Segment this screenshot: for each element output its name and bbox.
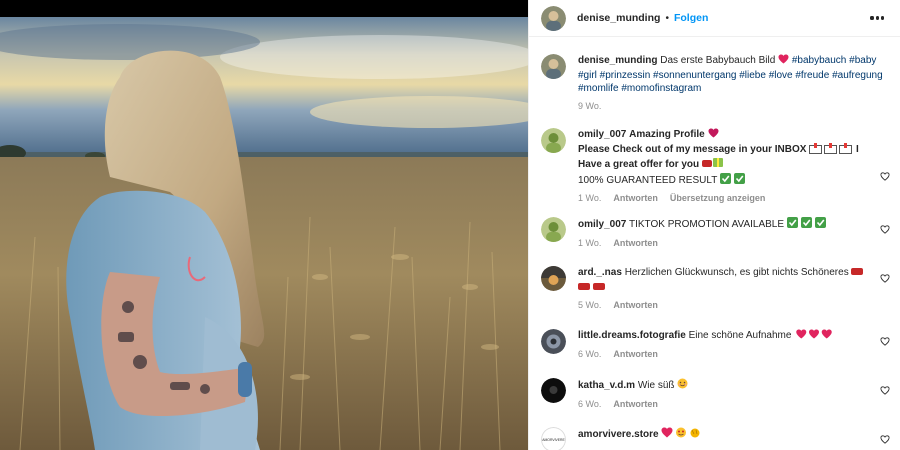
gift-emoji (851, 266, 864, 281)
heart-outline-icon[interactable] (880, 172, 890, 181)
comment-text: Have a great offer for you (578, 159, 700, 170)
commenter-avatar[interactable] (541, 266, 566, 291)
comment-meta: 1 Wo. Antworten (578, 237, 890, 251)
gift-emoji (701, 158, 724, 173)
comment-body: katha_v.d.m Wie süß 6 Wo. Antworten (578, 378, 890, 411)
comment-row: little.dreams.fotografie Eine schöne Auf… (541, 329, 890, 361)
heart-emoji (708, 128, 719, 143)
comment-username[interactable]: omily_007 (578, 219, 626, 230)
heart-outline-icon[interactable] (880, 435, 890, 444)
show-translation-button[interactable]: Übersetzung anzeigen (670, 192, 766, 206)
comment-text: I (855, 143, 859, 155)
inbox-tray-emoji (809, 142, 853, 159)
comment-row: ard._.nas Herzlichen Glückwunsch, es gib… (541, 266, 890, 313)
comment-text: Wie süß (637, 380, 675, 391)
heart-outline-icon[interactable] (880, 337, 890, 346)
reply-button[interactable]: Antworten (613, 398, 658, 412)
heart-outline-icon[interactable] (880, 274, 890, 283)
comment-meta: 6 Wo. Antworten (578, 398, 890, 412)
comment-row: katha_v.d.m Wie süß 6 Wo. Antworten (541, 378, 890, 411)
caption-age: 9 Wo. (578, 100, 602, 111)
comment-age: 6 Wo. (578, 348, 602, 359)
comment-row: omily_007 Amazing Profile Please Check o… (541, 128, 890, 206)
comment-age: 6 Wo. (578, 398, 602, 409)
comment-age: 1 Wo. (578, 237, 602, 248)
comment-text: Please Check out of my message in your I… (578, 143, 807, 155)
comment-body: omily_007 TIKTOK PROMOTION AVAILABLE 1 W… (578, 217, 890, 250)
reaction-emojis (661, 427, 701, 443)
separator-dot: • (665, 12, 669, 24)
commenter-avatar[interactable]: AMORVIVERE (541, 427, 566, 450)
commenter-avatar[interactable] (541, 329, 566, 354)
gift-emoji (578, 281, 606, 296)
post-header: denise_munding • Folgen (529, 0, 900, 37)
comment-row: AMORVIVERE amorvivere.store (541, 427, 890, 450)
post-photo[interactable] (0, 17, 528, 450)
heart-outline-icon[interactable] (880, 225, 890, 234)
comment-meta: 1 Wo. Antworten Übersetzung anzeigen (578, 192, 890, 206)
smiling-face-emoji (677, 378, 688, 394)
check-mark-emoji (719, 172, 746, 189)
red-heart-emoji (794, 329, 834, 344)
check-mark-emoji (786, 217, 827, 233)
reply-button[interactable]: Antworten (613, 299, 658, 313)
comment-text: Herzlichen Glückwunsch, es gibt nichts S… (624, 267, 849, 278)
post-side-panel: denise_munding • Folgen denise_munding D… (528, 0, 900, 450)
commenter-avatar[interactable] (541, 378, 566, 403)
caption-meta: 9 Wo. (578, 100, 890, 114)
comment-username[interactable]: katha_v.d.m (578, 380, 635, 391)
reply-button[interactable]: Antworten (613, 192, 658, 206)
comment-text: Eine schöne Aufnahme (688, 330, 792, 341)
caption-text: Das erste Babybauch Bild (660, 55, 776, 66)
heart-outline-icon[interactable] (880, 386, 890, 395)
instagram-post-viewer: denise_munding • Folgen denise_munding D… (0, 0, 900, 450)
comment-body: ard._.nas Herzlichen Glückwunsch, es gib… (578, 266, 890, 313)
comment-meta: 5 Wo. Antworten (578, 299, 890, 313)
comment-username[interactable]: ard._.nas (578, 267, 622, 278)
follow-button[interactable]: Folgen (674, 12, 708, 24)
more-options-icon[interactable] (866, 12, 888, 23)
comment-meta: 6 Wo. Antworten (578, 348, 890, 362)
comment-text: 100% GUARANTEED RESULT (578, 174, 718, 186)
comment-body: omily_007 Amazing Profile Please Check o… (578, 128, 890, 206)
reply-button[interactable]: Antworten (613, 348, 658, 362)
author-username[interactable]: denise_munding (577, 12, 660, 24)
commenter-avatar[interactable] (541, 217, 566, 242)
red-heart-emoji (778, 54, 789, 69)
reply-button[interactable]: Antworten (613, 237, 658, 251)
caption-row: denise_munding Das erste Babybauch Bild … (541, 54, 890, 113)
comment-text: Amazing Profile (629, 129, 705, 140)
caption-username[interactable]: denise_munding (578, 55, 657, 66)
top-black-bar (0, 0, 528, 17)
comment-row: omily_007 TIKTOK PROMOTION AVAILABLE 1 W… (541, 217, 890, 250)
comment-username[interactable]: little.dreams.fotografie (578, 330, 686, 341)
comment-body: amorvivere.store (578, 427, 890, 450)
comment-username[interactable]: amorvivere.store (578, 429, 659, 440)
comment-text: TIKTOK PROMOTION AVAILABLE (628, 219, 785, 230)
comment-username[interactable]: omily_007 (578, 129, 626, 140)
author-avatar[interactable] (541, 5, 566, 31)
comment-age: 5 Wo. (578, 300, 602, 310)
author-avatar[interactable] (541, 54, 566, 79)
comment-body: little.dreams.fotografie Eine schöne Auf… (578, 329, 890, 361)
comment-age: 1 Wo. (578, 193, 602, 203)
avatar-brand-text: AMORVIVERE (542, 438, 565, 442)
caption-body: denise_munding Das erste Babybauch Bild … (578, 54, 890, 113)
commenter-avatar[interactable] (541, 128, 566, 153)
